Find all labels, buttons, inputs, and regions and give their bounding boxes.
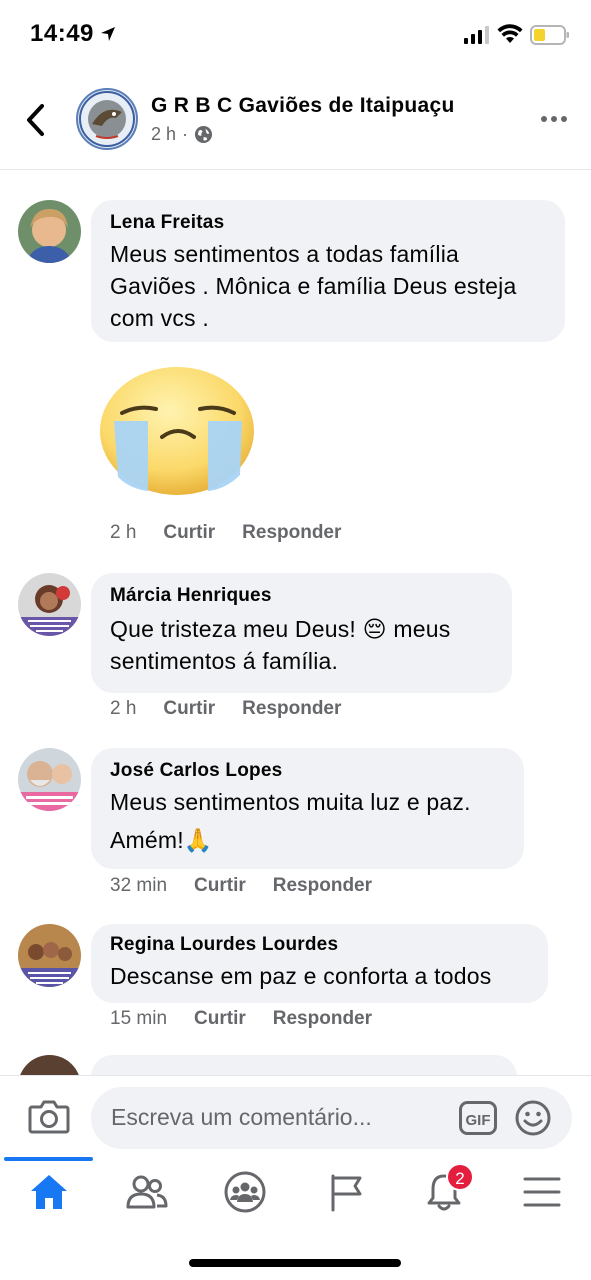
comment-bubble[interactable]: Lena Freitas Meus sentimentos a todas fa… <box>91 200 565 342</box>
groups-icon <box>224 1171 266 1213</box>
battery-icon <box>530 25 569 45</box>
comment-bubble[interactable]: José Carlos Lopes Meus sentimentos muita… <box>91 748 524 869</box>
comment-text-line: Que tristeza meu Deus! 😔 meus <box>110 616 451 642</box>
comment-text-line: sentimentos á família. <box>110 648 339 674</box>
group-title[interactable]: G R B C Gaviões de Itaipuaçu <box>151 94 455 118</box>
globe-icon <box>194 125 213 144</box>
comment-author[interactable]: Márcia Henriques <box>110 585 493 607</box>
comments-list[interactable]: Lena Freitas Meus sentimentos a todas fa… <box>0 170 591 1075</box>
commenter-avatar[interactable] <box>18 200 81 263</box>
wifi-icon <box>497 24 523 43</box>
comment-bubble-partial[interactable] <box>91 1055 517 1075</box>
crying-face-sticker[interactable] <box>100 365 255 497</box>
more-options-icon[interactable] <box>540 114 568 124</box>
reply-button[interactable]: Responder <box>242 522 341 544</box>
comment-text-line: Amém!🙏 <box>110 827 213 853</box>
comment-bubble[interactable]: Márcia Henriques Que tristeza meu Deus! … <box>91 573 512 693</box>
back-arrow-icon[interactable] <box>22 102 52 138</box>
commenter-avatar[interactable] <box>18 1055 81 1075</box>
commenter-avatar[interactable] <box>18 573 81 636</box>
comment-author[interactable]: Lena Freitas <box>110 212 546 234</box>
home-indicator <box>189 1259 401 1267</box>
commenter-avatar[interactable] <box>18 748 81 811</box>
comment-author[interactable]: Regina Lourdes Lourdes <box>110 934 529 956</box>
gif-icon[interactable]: GIF <box>459 1101 497 1135</box>
tab-friends[interactable] <box>117 1169 177 1215</box>
status-time: 14:49 <box>30 20 94 47</box>
comment-text-line: com vcs . <box>110 305 209 331</box>
comment-time: 32 min <box>110 875 168 896</box>
comment-text-line: Gaviões . Mônica e família Deus esteja <box>110 273 517 299</box>
comment-time: 2 h <box>110 698 137 719</box>
comment-actions: 2 h Curtir Responder <box>110 698 341 720</box>
tab-groups[interactable] <box>215 1169 275 1215</box>
comment-text-line: Meus sentimentos muita luz e paz. <box>110 789 471 815</box>
like-button[interactable]: Curtir <box>163 698 215 720</box>
comment-actions: 15 min Curtir Responder <box>110 1008 372 1030</box>
post-meta: 2 h · <box>151 124 213 145</box>
comment-time: 15 min <box>110 1008 168 1029</box>
reply-button[interactable]: Responder <box>273 875 372 897</box>
commenter-avatar[interactable] <box>18 924 81 987</box>
tab-pages[interactable] <box>316 1169 376 1215</box>
comment-input-placeholder[interactable]: Escreva um comentário... <box>111 1104 372 1131</box>
comment-time: 2 h <box>110 522 137 543</box>
comment-author[interactable]: José Carlos Lopes <box>110 760 505 782</box>
tab-menu[interactable] <box>512 1169 572 1215</box>
signal-icon <box>464 26 489 44</box>
active-tab-indicator <box>4 1157 93 1161</box>
hawk-logo-icon <box>79 91 135 147</box>
comment-text-line: Meus sentimentos a todas família <box>110 241 460 267</box>
friends-icon <box>126 1175 168 1209</box>
group-avatar[interactable] <box>76 88 138 150</box>
separator-dot: · <box>182 124 189 144</box>
menu-icon <box>523 1177 561 1207</box>
reply-button[interactable]: Responder <box>242 698 341 720</box>
like-button[interactable]: Curtir <box>194 1008 246 1030</box>
emoji-icon[interactable] <box>515 1100 551 1136</box>
post-header: G R B C Gaviões de Itaipuaçu 2 h · <box>0 70 591 170</box>
gif-label: GIF <box>466 1112 491 1129</box>
status-bar: 14:49 <box>0 0 591 70</box>
pages-flag-icon <box>331 1174 362 1212</box>
comment-bubble[interactable]: Regina Lourdes Lourdes Descanse em paz e… <box>91 924 548 1003</box>
bottom-tab-bar: 2 <box>0 1157 591 1280</box>
reply-button[interactable]: Responder <box>273 1008 372 1030</box>
tab-home[interactable] <box>19 1169 79 1215</box>
location-arrow-icon <box>101 27 115 41</box>
home-icon <box>31 1175 67 1209</box>
comment-input[interactable]: Escreva um comentário... GIF <box>91 1087 572 1149</box>
like-button[interactable]: Curtir <box>194 875 246 897</box>
notification-badge[interactable]: 2 <box>446 1163 474 1191</box>
comment-composer: Escreva um comentário... GIF <box>0 1075 591 1157</box>
post-time: 2 h <box>151 124 177 144</box>
like-button[interactable]: Curtir <box>163 522 215 544</box>
comment-text-line: Descanse em paz e conforta a todos <box>110 963 492 989</box>
comment-actions: 32 min Curtir Responder <box>110 875 372 897</box>
camera-icon[interactable] <box>28 1098 70 1134</box>
comment-actions: 2 h Curtir Responder <box>110 522 341 544</box>
